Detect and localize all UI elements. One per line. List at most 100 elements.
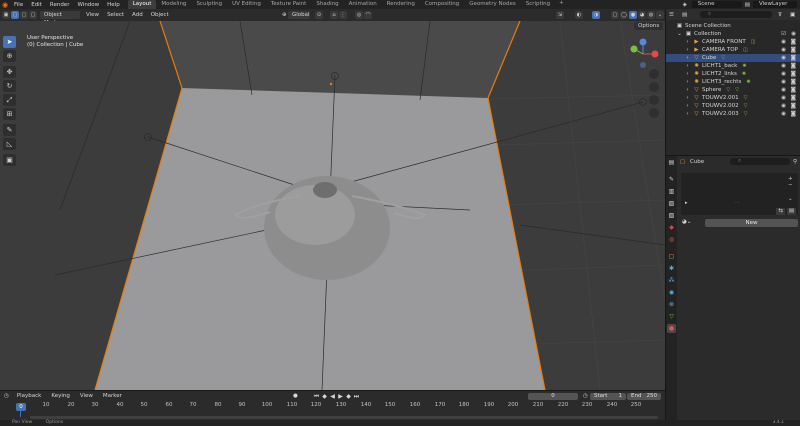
tab-modeling[interactable]: Modeling <box>156 0 191 9</box>
material-slot-list[interactable]: ▸ ⋯ ⇆ ▤ <box>681 173 798 215</box>
expand-arrow-icon[interactable]: › <box>684 102 691 110</box>
falloff-icon[interactable]: ⌒ <box>364 11 372 19</box>
preview-range-icon[interactable]: ◷ <box>583 393 588 399</box>
particles-tab-icon[interactable]: ⁂ <box>667 276 676 285</box>
xray-icon[interactable]: ▢ <box>611 11 619 19</box>
outliner-item[interactable]: › ▽ Sphere ▽ ▽ ◉ ◙ <box>666 86 800 94</box>
eye-icon[interactable]: ◉ <box>781 46 786 54</box>
render-camera-icon[interactable]: ◙ <box>791 78 796 86</box>
menu-select[interactable]: Select <box>103 12 128 18</box>
outliner-item[interactable]: › ▽ TOUWV2.003 ▽ ◉ ◙ <box>666 110 800 118</box>
tab-sculpting[interactable]: Sculpting <box>191 0 227 9</box>
overlay-icon[interactable]: ◑ <box>592 11 600 19</box>
physics-tab-icon[interactable]: ◉ <box>667 288 676 297</box>
render-camera-icon[interactable]: ◙ <box>791 54 796 62</box>
select-mode-extend-icon[interactable]: ▢ <box>20 11 28 19</box>
tab-uv-editing[interactable]: UV Editing <box>227 0 266 9</box>
render-tab-icon[interactable]: ▥ <box>667 187 676 196</box>
playhead[interactable]: 0 <box>16 403 26 411</box>
select-mode-box-icon[interactable]: ▢ <box>11 11 19 19</box>
object-tab-icon[interactable]: ▢ <box>667 252 676 261</box>
tab-layout[interactable]: Layout <box>127 0 157 9</box>
modifier-tab-icon[interactable]: ✱ <box>667 264 676 273</box>
new-material-button[interactable]: New <box>705 219 798 227</box>
render-camera-icon[interactable]: ◙ <box>791 38 796 46</box>
rotate-tool-icon[interactable]: ↻ <box>3 80 16 92</box>
end-frame-field[interactable]: End 250 <box>627 393 661 400</box>
outliner-item-selected[interactable]: › ▽ Cube ▽ ◉ ◙ <box>666 54 800 62</box>
display-mode-icon[interactable]: ▤ <box>682 12 687 18</box>
navigation-gizmo[interactable] <box>625 36 665 121</box>
expand-arrow-icon[interactable]: › <box>684 110 691 118</box>
editor-type-icon[interactable]: ▣ <box>2 11 10 19</box>
pin-icon[interactable]: ⚲ <box>793 159 797 165</box>
expand-arrow-icon[interactable]: › <box>684 54 691 62</box>
clock-icon[interactable]: ◷ <box>4 393 9 399</box>
outliner-collection[interactable]: ⌄ ▣ Collection ☑ ◉ <box>666 30 800 38</box>
eye-icon[interactable]: ◉ <box>781 78 786 86</box>
options-button[interactable]: Options <box>634 22 664 30</box>
view-layer-field[interactable]: ViewLayer <box>753 1 797 8</box>
render-camera-icon[interactable]: ◙ <box>791 94 796 102</box>
data-tab-icon[interactable]: ▽ <box>667 312 676 321</box>
tab-texture-paint[interactable]: Texture Paint <box>266 0 312 9</box>
pivot-icon[interactable]: ⊙ <box>315 11 323 19</box>
render-camera-icon[interactable]: ◙ <box>791 102 796 110</box>
jump-end-icon[interactable]: ⏭ <box>353 393 360 400</box>
tab-geometry-nodes[interactable]: Geometry Nodes <box>464 0 520 9</box>
material-shading-icon[interactable]: ◕ <box>638 11 646 19</box>
remove-slot-icon[interactable]: − <box>788 182 793 188</box>
move-tool-icon[interactable]: ✥ <box>3 66 16 78</box>
play-icon[interactable]: ▶ <box>337 393 344 400</box>
menu-file[interactable]: File <box>10 2 27 8</box>
expand-arrow-icon[interactable]: › <box>684 94 691 102</box>
new-collection-icon[interactable]: ▣ <box>790 12 795 18</box>
solid-shading-icon[interactable]: ● <box>629 11 637 19</box>
expand-arrow-icon[interactable]: › <box>684 46 691 54</box>
outliner-search-input[interactable]: ⌕ <box>700 11 772 18</box>
menu-object[interactable]: Object <box>147 12 173 18</box>
outliner-editor-icon[interactable]: ☰ <box>669 12 674 18</box>
menu-view[interactable]: View <box>82 12 103 18</box>
next-keyframe-icon[interactable]: ◆ <box>345 393 352 400</box>
menu-add[interactable]: Add <box>128 12 147 18</box>
slot-menu-icon[interactable]: ⌄ <box>788 196 793 202</box>
list-handle-icon[interactable]: ▸ <box>685 200 688 206</box>
outliner-item[interactable]: › ✺ LICHT1_back ✺ ◉ ◙ <box>666 62 800 70</box>
eye-icon[interactable]: ◉ <box>781 38 786 46</box>
outliner-item[interactable]: › ✺ LICHT2_links ✺ ◉ ◙ <box>666 70 800 78</box>
expand-arrow-icon[interactable]: › <box>684 38 691 46</box>
output-tab-icon[interactable]: ▨ <box>667 199 676 208</box>
properties-editor-icon[interactable]: ▤ <box>667 158 676 167</box>
menu-timeline-view[interactable]: View <box>75 393 98 399</box>
eye-icon[interactable]: ◉ <box>781 94 786 102</box>
proportional-edit-icon[interactable]: ◎ <box>355 11 363 19</box>
rendered-shading-icon[interactable]: ◍ <box>647 11 655 19</box>
3d-viewport[interactable] <box>0 21 665 390</box>
eye-icon[interactable]: ◉ <box>781 70 786 78</box>
outliner-scene-collection[interactable]: ▣ Scene Collection <box>666 22 800 30</box>
select-mode-subtract-icon[interactable]: ▢ <box>29 11 37 19</box>
outliner-item[interactable]: › ▽ TOUWV2.001 ▽ ◉ ◙ <box>666 94 800 102</box>
collapse-arrow-icon[interactable]: ⌄ <box>676 30 683 38</box>
eye-icon[interactable]: ◉ <box>781 102 786 110</box>
tab-compositing[interactable]: Compositing <box>420 0 464 9</box>
transform-tool-icon[interactable]: ⊞ <box>3 108 16 120</box>
snap-target-icon[interactable]: ⋮ <box>339 11 347 19</box>
annotate-tool-icon[interactable]: ✎ <box>3 124 16 136</box>
tab-rendering[interactable]: Rendering <box>382 0 420 9</box>
timeline-scrollbar[interactable] <box>30 416 658 419</box>
blender-logo-icon[interactable]: ◉ <box>0 0 10 9</box>
menu-help[interactable]: Help <box>103 2 124 8</box>
outliner-item[interactable]: › ▶ CAMERA FRONT ◫ ◉ ◙ <box>666 38 800 46</box>
view-layer-tab-icon[interactable]: ▧ <box>667 211 676 220</box>
orientation-dropdown[interactable]: Global <box>288 11 310 19</box>
cursor-tool-icon[interactable]: ⊕ <box>3 50 16 62</box>
constraints-tab-icon[interactable]: ⊗ <box>667 300 676 309</box>
filter-icon[interactable]: ⊽ <box>778 12 782 18</box>
scene-field[interactable]: Scene <box>691 1 742 8</box>
snap-icon[interactable]: ⌂ <box>330 11 338 19</box>
menu-keying[interactable]: Keying <box>46 393 74 399</box>
wireframe-shading-icon[interactable]: ◯ <box>620 11 628 19</box>
current-frame-field[interactable]: 0 <box>528 393 578 400</box>
